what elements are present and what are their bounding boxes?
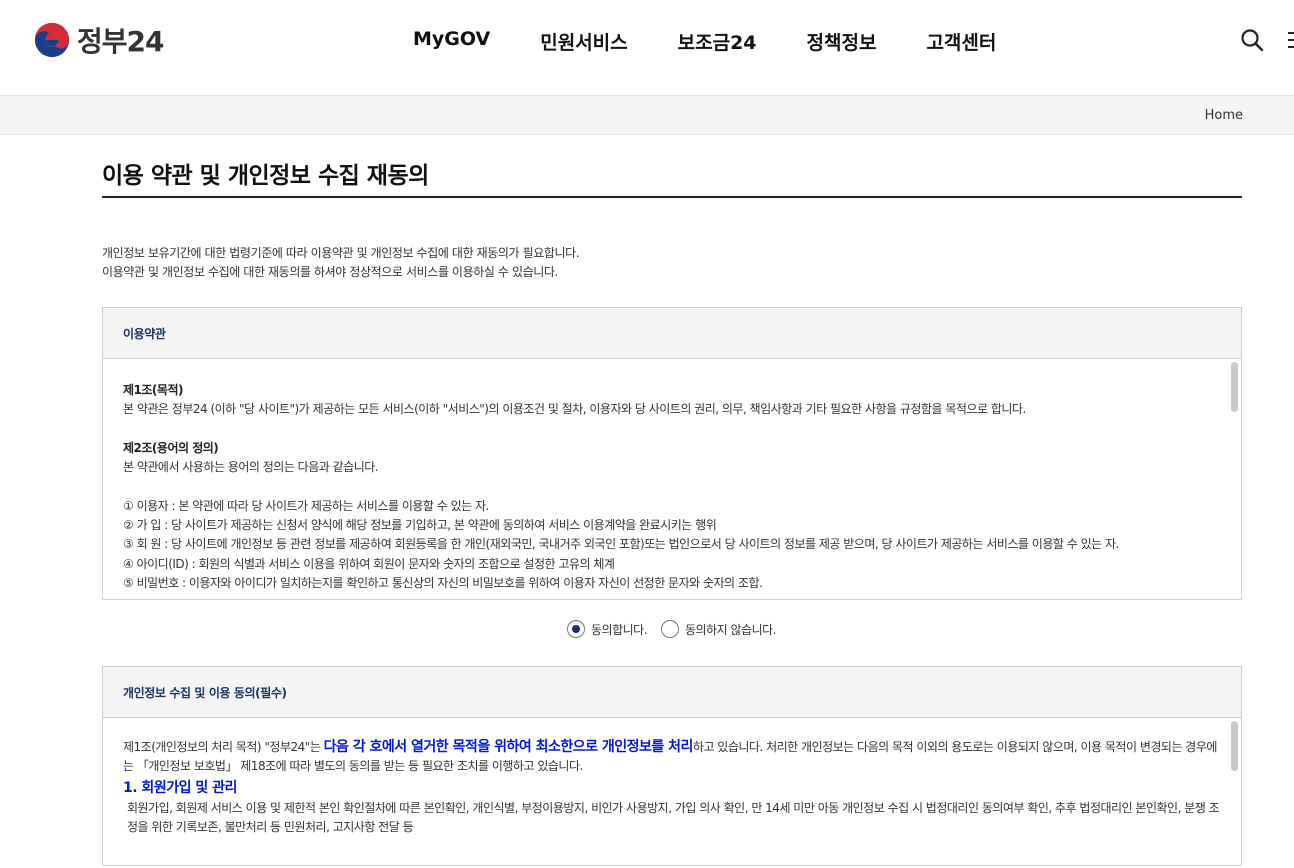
title-divider bbox=[102, 196, 1242, 198]
nav-item-civil-service[interactable]: 민원서비스 bbox=[540, 28, 627, 55]
search-icon[interactable] bbox=[1240, 28, 1264, 52]
privacy-section-title: 1. 회원가입 및 관리 bbox=[123, 779, 237, 796]
privacy-scrollbar[interactable] bbox=[1231, 721, 1238, 771]
disagree-label: 동의하지 않습니다. bbox=[685, 622, 776, 637]
definition-item: ⑤ 비밀번호 : 이용자와 아이디가 일치하는지를 확인하고 통신상의 자신의 … bbox=[123, 576, 763, 591]
terms-heading: 이용약관 bbox=[103, 308, 1241, 359]
intro-line: 개인정보 보유기간에 대한 법령기준에 따라 이용약관 및 개인정보 수집에 대… bbox=[102, 246, 580, 260]
breadcrumb-bar: Home bbox=[0, 95, 1294, 135]
menu-icon[interactable] bbox=[1286, 30, 1294, 50]
site-header: 정부24 MyGOV 민원서비스 보조금24 정책정보 고객센터 bbox=[0, 0, 1294, 95]
article-title: 제1조(목적) bbox=[123, 383, 183, 397]
definition-item: ② 가 입 : 당 사이트가 제공하는 신청서 양식에 해당 정보를 기입하고,… bbox=[123, 518, 717, 533]
agree-radio[interactable] bbox=[567, 620, 585, 638]
page-title: 이용 약관 및 개인정보 수집 재동의 bbox=[102, 163, 429, 189]
main-nav: MyGOV 민원서비스 보조금24 정책정보 고객센터 bbox=[413, 28, 1046, 55]
intro-line: 이용약관 및 개인정보 수집에 대한 재동의를 하셔야 정상적으로 서비스를 이… bbox=[102, 265, 558, 279]
terms-scrollbar[interactable] bbox=[1231, 362, 1238, 412]
breadcrumb-home[interactable]: Home bbox=[1205, 108, 1243, 123]
privacy-heading: 개인정보 수집 및 이용 동의(필수) bbox=[103, 667, 1241, 718]
terms-scroll-area[interactable]: 제1조(목적) 본 약관은 정부24 (이하 "당 사이트")가 제공하는 모든… bbox=[103, 359, 1241, 599]
taegeuk-logo-icon bbox=[34, 22, 70, 58]
agree-label: 동의합니다. bbox=[591, 622, 648, 637]
nav-item-subsidy[interactable]: 보조금24 bbox=[678, 28, 757, 55]
privacy-article-1-pre: 제1조(개인정보의 처리 목적) "정부24"는 bbox=[123, 740, 324, 754]
article-title: 제2조(용어의 정의) bbox=[123, 440, 219, 455]
disagree-radio-option[interactable]: 동의하지 않습니다. bbox=[661, 620, 776, 638]
nav-item-policy[interactable]: 정책정보 bbox=[807, 28, 877, 55]
privacy-panel: 개인정보 수집 및 이용 동의(필수) 제1조(개인정보의 처리 목적) "정부… bbox=[102, 666, 1242, 866]
logo-text: 정부24 bbox=[77, 25, 164, 58]
agree-radio-option[interactable]: 동의합니다. bbox=[567, 620, 648, 638]
disagree-radio[interactable] bbox=[661, 620, 680, 638]
nav-item-mygov[interactable]: MyGOV bbox=[413, 28, 490, 55]
article-text: 본 약관은 정부24 (이하 "당 사이트")가 제공하는 모든 서비스(이하 … bbox=[123, 402, 1026, 417]
radio-selected-dot bbox=[572, 625, 580, 633]
definition-item: ④ 아이디(ID) : 회원의 식별과 서비스 이용을 위하여 회원이 문자와 … bbox=[123, 556, 615, 571]
nav-item-customer-center[interactable]: 고객센터 bbox=[926, 28, 996, 55]
privacy-highlight: 다음 각 호에서 열거한 목적을 위하여 최소한으로 개인정보를 처리 bbox=[323, 739, 694, 755]
definition-item: ① 이용자 : 본 약관에 따라 당 사이트가 제공하는 서비스를 이용할 수 … bbox=[123, 498, 489, 513]
intro-text: 개인정보 보유기간에 대한 법령기준에 따라 이용약관 및 개인정보 수집에 대… bbox=[102, 244, 580, 282]
privacy-article-1: 제1조(개인정보의 처리 목적) "정부24"는 다음 각 호에서 열거한 목적… bbox=[123, 738, 1223, 777]
definition-item: ③ 회 원 : 당 사이트에 개인정보 등 관련 정보를 제공하여 회원등록을 … bbox=[123, 537, 1119, 552]
article-text: 본 약관에서 사용하는 용어의 정의는 다음과 같습니다. bbox=[123, 460, 379, 475]
privacy-section-text: 회원가입, 회원제 서비스 이용 및 제한적 본인 확인절차에 따른 본인확인,… bbox=[127, 800, 1220, 835]
terms-panel: 이용약관 제1조(목적) 본 약관은 정부24 (이하 "당 사이트")가 제공… bbox=[102, 307, 1242, 600]
logo[interactable]: 정부24 bbox=[33, 20, 164, 60]
terms-consent-radios: 동의합니다. 동의하지 않습니다. bbox=[567, 620, 790, 638]
